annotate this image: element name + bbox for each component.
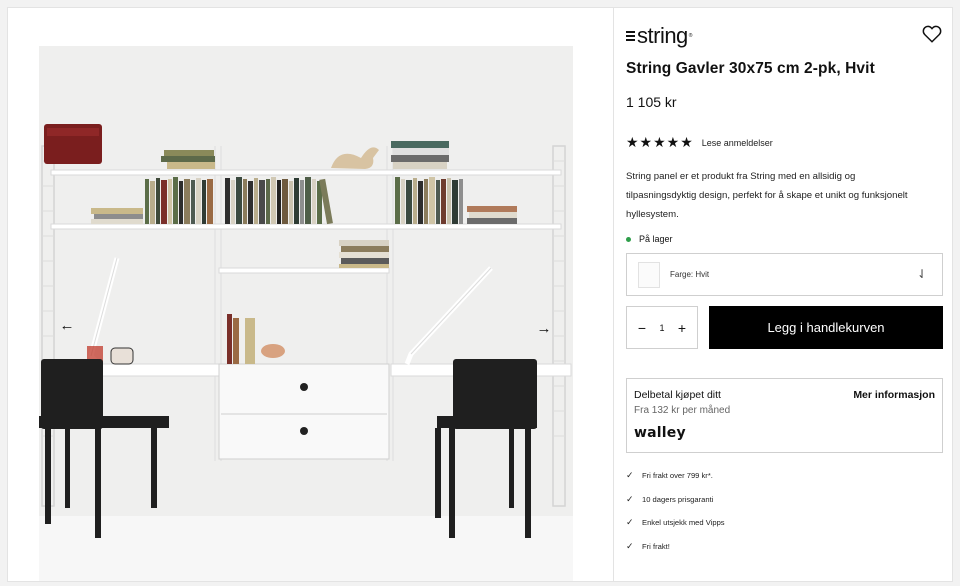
usp-label: Enkel utsjekk med Vipps	[642, 518, 725, 527]
wishlist-button[interactable]	[922, 25, 942, 43]
usp-label: Fri frakt over 799 kr*.	[642, 471, 713, 480]
gallery-next-button[interactable]: →	[533, 317, 555, 339]
color-variant-label: Farge: Hvit	[670, 270, 710, 279]
walley-logo: walley	[634, 425, 686, 441]
check-icon: ✓	[626, 470, 634, 480]
product-rating: ★★★★★ Lese anmeldelser	[626, 134, 773, 151]
in-stock-dot-icon	[626, 236, 631, 242]
add-to-cart-button[interactable]: Legg i handlekurven	[709, 306, 943, 349]
logo-bars-icon	[626, 29, 635, 43]
product-image[interactable]	[39, 46, 573, 581]
heart-icon	[922, 25, 942, 43]
star-rating-icon: ★★★★★	[626, 134, 694, 150]
product-title: String Gavler 30x75 cm 2-pk, Hvit	[626, 60, 875, 77]
usp-item: ✓ 10 dagers prisgaranti	[626, 494, 713, 505]
quantity-stepper: − 1 +	[626, 306, 698, 349]
more-info-link[interactable]: Mer informasjon	[853, 389, 935, 401]
usp-label: 10 dagers prisgaranti	[642, 495, 714, 504]
arrow-right-icon: →	[536, 319, 552, 337]
product-description: String panel er et produkt fra String me…	[626, 171, 908, 220]
logo-text: string	[637, 23, 688, 48]
usp-item: ✓ Enkel utsjekk med Vipps	[626, 517, 725, 528]
gallery-prev-button[interactable]: ←	[56, 314, 78, 336]
quantity-value[interactable]: 1	[659, 323, 664, 333]
brand-logo[interactable]: string ®	[626, 23, 693, 49]
arrow-left-icon: ←	[59, 316, 75, 334]
read-reviews-link[interactable]: Lese anmeldelser	[702, 138, 773, 148]
chevron-down-icon: ⇃	[916, 267, 927, 281]
quantity-decrease-button[interactable]: −	[635, 320, 649, 336]
color-swatch	[638, 261, 660, 288]
quantity-increase-button[interactable]: +	[675, 320, 689, 336]
logo-trademark: ®	[688, 33, 693, 39]
stock-status: På lager	[626, 234, 673, 244]
installment-monthly-price: Fra 132 kr per måned	[634, 405, 731, 416]
color-variant-select[interactable]: Farge: Hvit ⇃	[626, 253, 943, 296]
stock-status-label: På lager	[639, 234, 673, 244]
payment-installment-box: Delbetal kjøpet ditt Mer informasjon Fra…	[626, 378, 943, 453]
usp-item: ✓ Fri frakt over 799 kr*.	[626, 470, 713, 481]
product-price: 1 105 kr	[626, 94, 677, 110]
usp-label: Fri frakt!	[642, 542, 670, 551]
installment-title: Delbetal kjøpet ditt	[634, 389, 721, 401]
check-icon: ✓	[626, 494, 634, 504]
column-divider	[613, 7, 614, 582]
usp-item: ✓ Fri frakt!	[626, 541, 670, 552]
check-icon: ✓	[626, 517, 634, 527]
check-icon: ✓	[626, 541, 634, 551]
